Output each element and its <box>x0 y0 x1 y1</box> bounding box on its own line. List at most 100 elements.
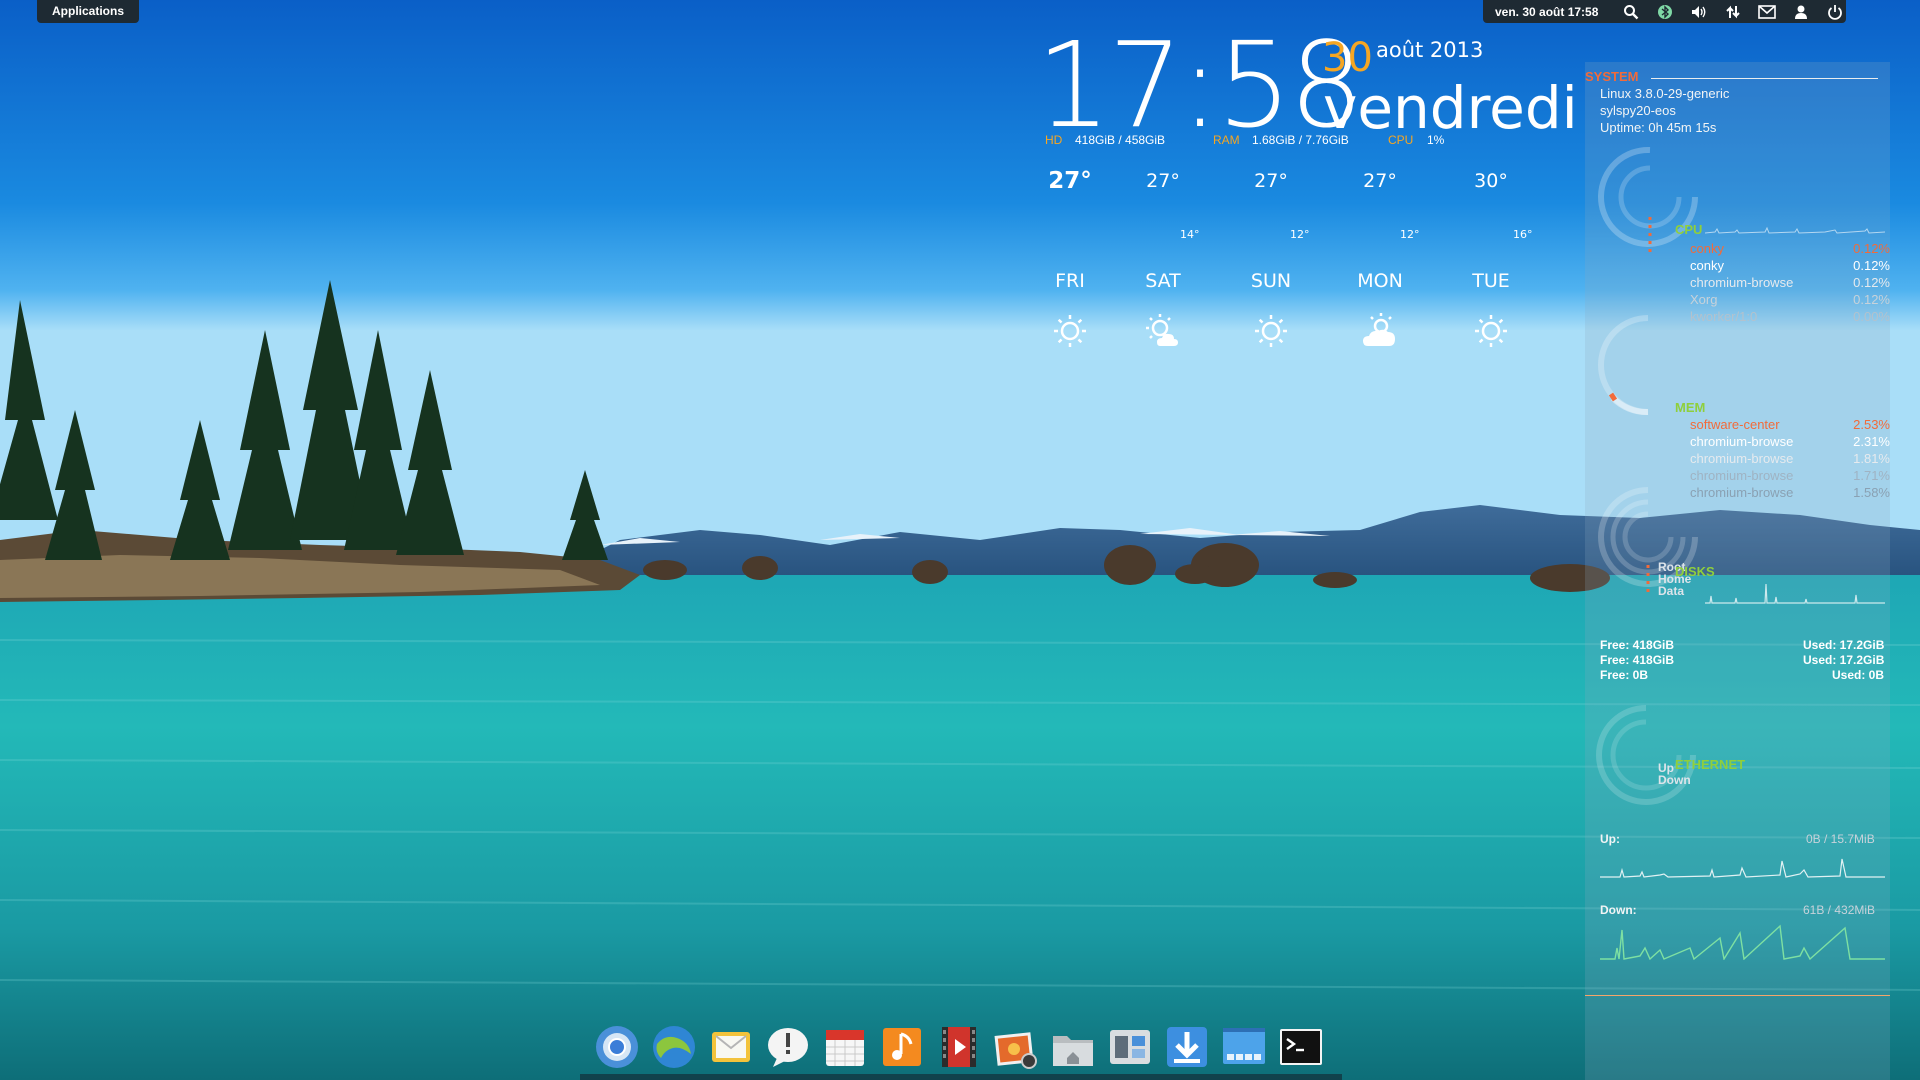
mem-process-row: chromium-browse 1.58% <box>1690 485 1890 502</box>
user-icon[interactable] <box>1790 3 1812 21</box>
weather-low: 14° <box>1180 228 1200 241</box>
upload-label: Up: <box>1600 832 1620 846</box>
cpu-process-row: conky 0.12% <box>1690 241 1890 258</box>
bluetooth-icon[interactable] <box>1654 3 1676 21</box>
download-graph <box>1600 924 1885 960</box>
volume-icon[interactable] <box>1688 3 1710 21</box>
partly-cloudy-icon <box>1144 312 1182 350</box>
ram-label: RAM <box>1213 133 1240 147</box>
weather-low: 12° <box>1400 228 1420 241</box>
process-name: chromium-browse <box>1690 485 1794 500</box>
conky-monitor-panel: SYSTEM Linux 3.8.0-29-generic sylspy20-e… <box>1585 62 1890 1080</box>
video-icon[interactable] <box>936 1024 982 1070</box>
disk-used: Used: 17.2GiB <box>1803 638 1885 652</box>
workspaces-icon[interactable] <box>1221 1024 1267 1070</box>
mail-icon[interactable] <box>1756 3 1778 21</box>
weather-high: 27° <box>1254 170 1288 192</box>
switchboard-icon[interactable] <box>1107 1024 1153 1070</box>
network-icon[interactable] <box>1722 3 1744 21</box>
disk-free: Free: 418GiB <box>1600 638 1675 652</box>
calendar-icon[interactable] <box>822 1024 868 1070</box>
mail-icon[interactable] <box>708 1024 754 1070</box>
weather-high: 27° <box>1363 170 1397 192</box>
net-label-down: Down <box>1658 773 1691 787</box>
sun-icon <box>1472 312 1510 350</box>
clock-weekday: vendredi <box>1323 74 1578 142</box>
weather-day-name: SUN <box>1250 270 1292 292</box>
upload-value: 0B / 15.7MiB <box>1806 832 1875 846</box>
process-value: 1.81% <box>1853 451 1890 466</box>
applications-menu-button[interactable]: Applications <box>37 0 140 23</box>
hd-label: HD <box>1045 133 1063 147</box>
datetime-indicator[interactable]: ven. 30 août 17:58 <box>1495 5 1598 19</box>
weather-high: 30° <box>1474 170 1508 192</box>
process-name: conky <box>1690 258 1724 273</box>
clock-time: 17:58 <box>1036 16 1364 154</box>
disk-usage-row: Free: 418GiB <box>1600 638 1674 652</box>
sun-icon <box>1051 312 1089 350</box>
process-value: 0.12% <box>1853 258 1890 273</box>
dock-shelf <box>580 1074 1342 1080</box>
midori-icon[interactable] <box>651 1024 697 1070</box>
section-divider <box>1585 995 1890 996</box>
weather-day-name: TUE <box>1472 270 1510 292</box>
hostname: sylspy20-eos <box>1600 103 1676 118</box>
mem-process-row: software-center 2.53% <box>1690 417 1890 434</box>
ram-value: 1.68GiB / 7.76GiB <box>1252 133 1349 147</box>
weather-day-name: MON <box>1357 270 1403 292</box>
disk-activity-graph <box>1705 583 1885 604</box>
photos-icon[interactable] <box>993 1024 1039 1070</box>
process-name: chromium-browse <box>1690 434 1794 449</box>
system-section-title: SYSTEM <box>1585 69 1639 84</box>
process-name: chromium-browse <box>1690 275 1794 290</box>
files-icon[interactable] <box>1050 1024 1096 1070</box>
uptime: Uptime: 0h 45m 15s <box>1600 120 1717 135</box>
mem-section-title: MEM <box>1675 400 1706 415</box>
kernel-version: Linux 3.8.0-29-generic <box>1600 86 1730 101</box>
indicator-area: ven. 30 août 17:58 <box>1483 0 1846 23</box>
disk-free: Free: 0B <box>1600 668 1649 682</box>
cpu-graph <box>1705 226 1885 234</box>
chromium-icon[interactable] <box>594 1024 640 1070</box>
cpu-process-row: conky 0.12% <box>1690 258 1890 275</box>
cpu-label: CPU <box>1388 133 1414 147</box>
chat-icon[interactable] <box>765 1024 811 1070</box>
disk-used: Used: 17.2GiB <box>1803 653 1885 667</box>
disk-label-data: Data <box>1658 584 1685 598</box>
process-value: 0.00% <box>1853 309 1890 324</box>
process-value: 1.58% <box>1853 485 1890 500</box>
network-ring-gauge <box>1596 705 1696 805</box>
weather-low: 12° <box>1290 228 1310 241</box>
process-name: software-center <box>1690 417 1780 432</box>
clock-month-year: août 2013 <box>1376 38 1484 62</box>
software-center-icon[interactable] <box>1164 1024 1210 1070</box>
sun-icon <box>1252 312 1290 350</box>
weather-day-name: SAT <box>1145 270 1181 292</box>
process-name: Xorg <box>1690 292 1718 307</box>
cpu-process-row: chromium-browse 0.12% <box>1690 275 1890 292</box>
cpu-process-row: Xorg 0.12% <box>1690 292 1890 309</box>
search-icon[interactable] <box>1620 3 1642 21</box>
process-value: 2.53% <box>1853 417 1890 432</box>
disks-section-title: DISKS <box>1675 564 1715 579</box>
process-name: chromium-browse <box>1690 451 1794 466</box>
weather-low: 16° <box>1513 228 1533 241</box>
plank-dock <box>580 1018 1342 1080</box>
process-name: chromium-browse <box>1690 468 1794 483</box>
process-value: 0.12% <box>1853 292 1890 307</box>
process-value: 0.12% <box>1853 241 1890 256</box>
power-icon[interactable] <box>1824 3 1846 21</box>
terminal-icon[interactable] <box>1278 1024 1324 1070</box>
music-icon[interactable] <box>879 1024 925 1070</box>
process-value: 0.12% <box>1853 275 1890 290</box>
disk-free: Free: 418GiB <box>1600 653 1675 667</box>
ethernet-section-title: ETHERNET <box>1675 757 1746 772</box>
cpu-process-row: kworker/1:0 0.00% <box>1690 309 1890 326</box>
top-panel: Applications ven. 30 août 17:58 <box>0 0 1920 24</box>
upload-graph <box>1600 858 1885 878</box>
mem-process-row: chromium-browse 2.31% <box>1690 434 1890 451</box>
download-value: 61B / 432MiB <box>1803 903 1876 917</box>
process-value: 1.71% <box>1853 468 1890 483</box>
mem-process-row: chromium-browse 1.71% <box>1690 468 1890 485</box>
disk-used: Used: 0B <box>1832 668 1885 682</box>
